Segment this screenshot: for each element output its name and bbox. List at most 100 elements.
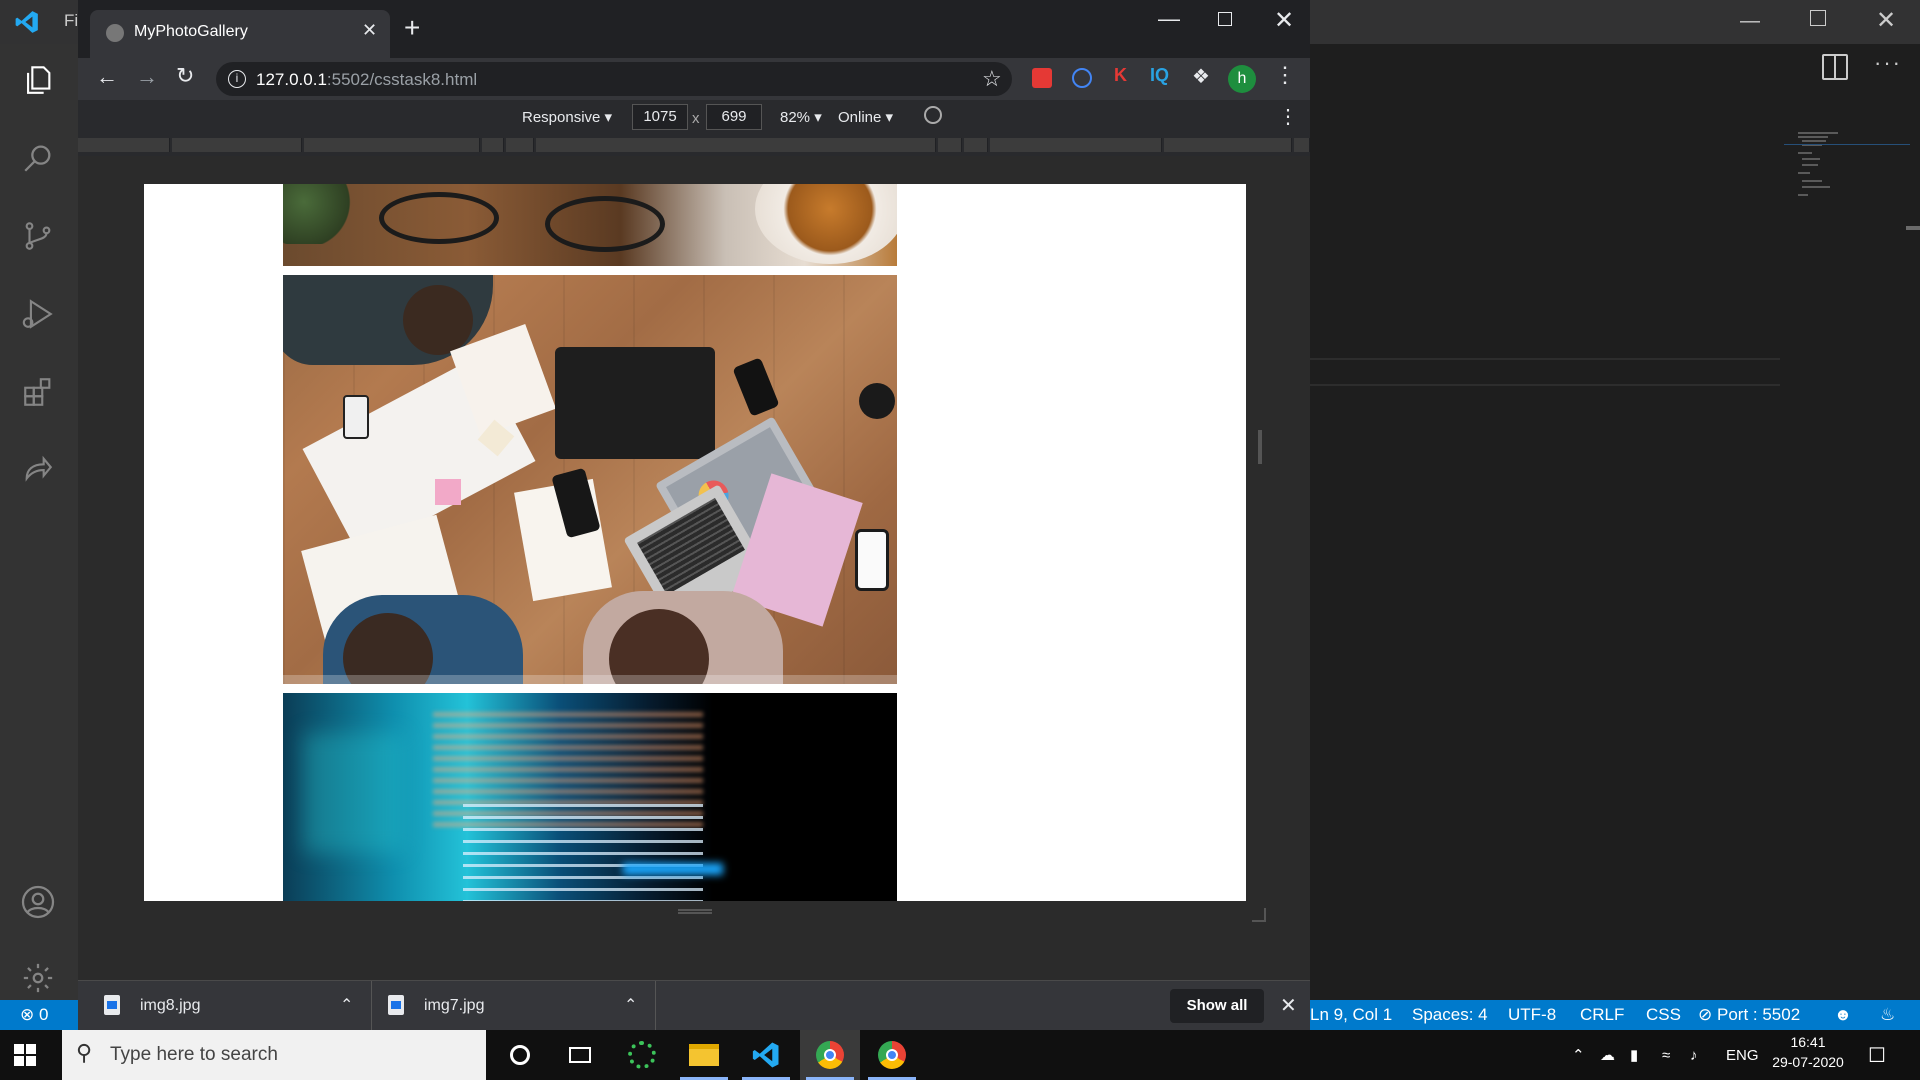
language-mode[interactable]: CSS bbox=[1646, 1005, 1681, 1025]
encoding[interactable]: UTF-8 bbox=[1508, 1005, 1556, 1025]
gallery-image-glasses bbox=[283, 184, 897, 266]
reload-icon[interactable]: ↻ bbox=[176, 63, 194, 89]
chrome-window: MyPhotoGallery ✕ + — ✕ ← → ↻ i 127.0.0.1… bbox=[78, 0, 1310, 1031]
gallery-image-team-meeting bbox=[283, 275, 897, 684]
extension-icon[interactable] bbox=[1072, 68, 1092, 88]
line-ending[interactable]: CRLF bbox=[1580, 1005, 1624, 1025]
activity-bar bbox=[0, 44, 78, 1000]
viewport-width-input[interactable]: 1075 bbox=[632, 104, 688, 130]
run-debug-icon[interactable] bbox=[14, 290, 62, 338]
new-tab-icon[interactable]: + bbox=[404, 14, 420, 42]
port-icon: ⊘ bbox=[1698, 1005, 1713, 1024]
volume-icon[interactable]: ♪ bbox=[1690, 1030, 1698, 1080]
viewport-height-input[interactable]: 699 bbox=[706, 104, 762, 130]
problems-indicator[interactable]: ⊗ 0 bbox=[20, 1005, 48, 1025]
input-language[interactable]: ENG bbox=[1726, 1030, 1759, 1080]
taskbar-search-box[interactable]: ⚲ Type here to search bbox=[62, 1030, 486, 1080]
download-item[interactable]: img7.jpg ⌃ bbox=[372, 981, 656, 1031]
back-arrow-icon[interactable]: ← bbox=[96, 64, 118, 90]
extensions-icon[interactable] bbox=[14, 368, 62, 416]
throttling-select[interactable]: Online ▾ bbox=[838, 108, 893, 126]
iq-extension-icon[interactable]: IQ bbox=[1150, 65, 1169, 86]
clock[interactable]: 16:41 29-07-2020 bbox=[1770, 1034, 1846, 1070]
file-explorer-icon[interactable] bbox=[674, 1030, 734, 1080]
vscode-menu-file[interactable]: Fi bbox=[64, 11, 78, 31]
cursor-position[interactable]: Ln 9, Col 1 bbox=[1310, 1005, 1392, 1025]
device-label: Responsive bbox=[522, 109, 601, 126]
error-count: 0 bbox=[38, 1005, 49, 1024]
notifications-bell-icon[interactable]: ♨ bbox=[1880, 1005, 1895, 1025]
more-actions-icon[interactable]: ··· bbox=[1874, 50, 1902, 76]
source-control-icon[interactable] bbox=[14, 212, 62, 260]
editor-divider bbox=[1310, 384, 1780, 386]
chevron-up-icon[interactable]: ⌃ bbox=[340, 995, 353, 1015]
scrollbar-thumb[interactable] bbox=[1906, 226, 1920, 230]
resize-handle-corner[interactable] bbox=[1252, 908, 1266, 922]
info-icon[interactable]: i bbox=[228, 70, 246, 88]
zoom-label: 82% bbox=[780, 109, 811, 126]
split-editor-icon[interactable] bbox=[1822, 54, 1848, 80]
chrome-taskbar-icon-2[interactable] bbox=[862, 1030, 922, 1080]
profile-avatar[interactable]: h bbox=[1228, 65, 1256, 93]
image-file-icon bbox=[388, 995, 404, 1015]
chrome-menu-icon[interactable]: ⋮ bbox=[1274, 62, 1296, 88]
close-icon[interactable]: ✕ bbox=[1876, 6, 1896, 35]
windows-start-icon[interactable] bbox=[14, 1044, 36, 1066]
chevron-up-icon[interactable]: ⌃ bbox=[624, 995, 637, 1015]
chrome-taskbar-icon[interactable] bbox=[800, 1030, 860, 1080]
live-server-port[interactable]: ⊘ Port : 5502 bbox=[1698, 1005, 1800, 1025]
resize-handle-bottom[interactable] bbox=[678, 909, 712, 914]
image-file-icon bbox=[104, 995, 120, 1015]
minimap[interactable] bbox=[1784, 130, 1910, 210]
pocket-extension-icon[interactable] bbox=[1032, 68, 1052, 88]
device-toolbar-menu-icon[interactable]: ⋮ bbox=[1278, 104, 1298, 129]
explorer-icon[interactable] bbox=[14, 56, 62, 104]
k-extension-icon[interactable]: K bbox=[1114, 65, 1127, 86]
forward-arrow-icon[interactable]: → bbox=[136, 64, 158, 90]
close-window-icon[interactable]: ✕ bbox=[1274, 6, 1294, 35]
minimize-icon[interactable]: — bbox=[1740, 10, 1760, 33]
onedrive-cloud-icon[interactable]: ☁ bbox=[1600, 1030, 1615, 1080]
notification-center-icon[interactable]: ☐ bbox=[1868, 1030, 1886, 1080]
editor-area[interactable]: ··· bbox=[1310, 44, 1920, 1000]
feedback-icon[interactable]: ☻ bbox=[1834, 1005, 1852, 1025]
url-host: 127.0.0.1 bbox=[256, 70, 327, 89]
download-filename: img7.jpg bbox=[424, 997, 485, 1014]
show-hidden-icons[interactable]: ⌃ bbox=[1572, 1030, 1585, 1080]
app-loader-icon[interactable] bbox=[612, 1030, 672, 1080]
restore-icon[interactable] bbox=[1810, 10, 1826, 26]
show-all-button[interactable]: Show all bbox=[1170, 989, 1264, 1023]
live-share-icon[interactable] bbox=[14, 446, 62, 494]
close-shelf-icon[interactable]: ✕ bbox=[1280, 993, 1297, 1018]
editor-divider bbox=[1310, 358, 1780, 360]
dimension-separator: x bbox=[692, 110, 700, 127]
bookmark-star-icon[interactable]: ☆ bbox=[982, 66, 1002, 92]
windows-taskbar: ⚲ Type here to search ⌃ ☁ ▮ ≈ ♪ ENG 16:4… bbox=[0, 1030, 1920, 1080]
download-item[interactable]: img8.jpg ⌃ bbox=[88, 981, 372, 1031]
maximize-icon[interactable] bbox=[1218, 12, 1232, 26]
rotate-icon[interactable] bbox=[924, 106, 942, 124]
wifi-icon[interactable]: ≈ bbox=[1662, 1030, 1670, 1080]
media-query-ruler[interactable] bbox=[78, 134, 1310, 156]
tab-strip: MyPhotoGallery ✕ + — ✕ bbox=[78, 0, 1310, 58]
indentation[interactable]: Spaces: 4 bbox=[1412, 1005, 1488, 1025]
vscode-taskbar-icon[interactable] bbox=[736, 1030, 796, 1080]
device-select[interactable]: Responsive ▾ bbox=[522, 108, 612, 126]
account-icon[interactable] bbox=[14, 878, 62, 926]
zoom-select[interactable]: 82% ▾ bbox=[780, 108, 822, 126]
resize-handle-right[interactable] bbox=[1258, 430, 1262, 464]
clock-time: 16:41 bbox=[1790, 1034, 1826, 1050]
puzzle-extensions-icon[interactable]: ❖ bbox=[1192, 64, 1210, 89]
battery-icon[interactable]: ▮ bbox=[1630, 1030, 1638, 1080]
globe-icon bbox=[106, 24, 124, 42]
cortana-icon[interactable] bbox=[490, 1030, 550, 1080]
web-page bbox=[144, 184, 1246, 901]
task-view-icon[interactable] bbox=[550, 1030, 610, 1080]
address-bar[interactable]: i 127.0.0.1:5502/csstask8.html ☆ bbox=[216, 62, 1012, 96]
settings-gear-icon[interactable] bbox=[14, 954, 62, 1002]
search-icon[interactable] bbox=[14, 134, 62, 182]
tab-close-icon[interactable]: ✕ bbox=[362, 20, 377, 41]
minimize-icon[interactable]: — bbox=[1158, 6, 1180, 32]
browser-tab[interactable]: MyPhotoGallery ✕ bbox=[90, 10, 390, 58]
port-label: Port : 5502 bbox=[1716, 1005, 1801, 1024]
